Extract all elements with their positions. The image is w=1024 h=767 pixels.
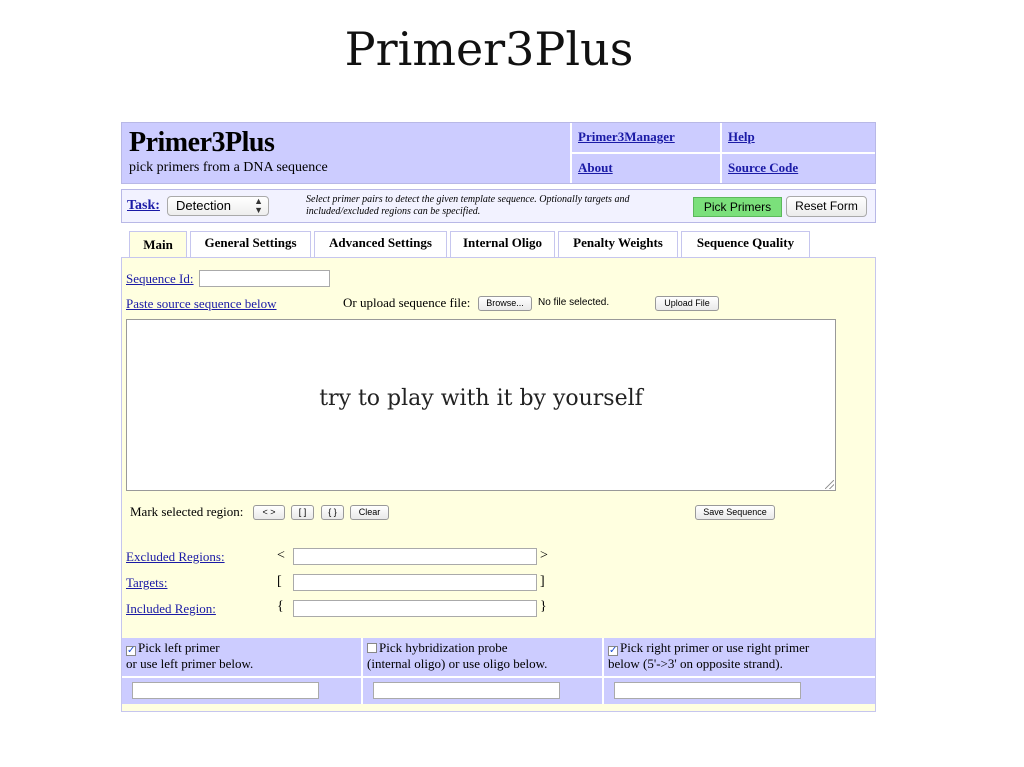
browse-button[interactable]: Browse... (478, 296, 532, 311)
mark-included-button[interactable]: { } (321, 505, 344, 520)
slide-title: Primer3Plus (344, 22, 634, 76)
brand-title: Primer3Plus (129, 127, 275, 158)
excluded-regions-link[interactable]: Excluded Regions: (126, 549, 225, 565)
mark-target-button[interactable]: [ ] (291, 505, 314, 520)
right-primer-checkbox[interactable]: ✓ (608, 646, 618, 656)
left-primer-checkbox[interactable]: ✓ (126, 646, 136, 656)
left-primer-option: ✓ Pick left primer or use left primer bel… (122, 638, 361, 676)
upload-label: Or upload sequence file: (343, 295, 471, 310)
excluded-close: > (540, 548, 548, 563)
reset-form-button[interactable]: Reset Form (786, 196, 867, 217)
included-region-link[interactable]: Included Region: (126, 601, 216, 617)
about-link[interactable]: About (572, 154, 720, 183)
primer3manager-link[interactable]: Primer3Manager (572, 123, 720, 152)
included-open: { (277, 599, 284, 614)
right-primer-input[interactable] (614, 682, 801, 699)
tab-general-settings[interactable]: General Settings (190, 231, 311, 257)
probe-line1: Pick hybridization probe (379, 640, 508, 655)
left-primer-line2: or use left primer below. (126, 656, 254, 671)
probe-input[interactable] (373, 682, 560, 699)
task-description: Select primer pairs to detect the given … (306, 194, 630, 217)
task-select[interactable]: Detection ▲ ▼ (167, 196, 269, 216)
probe-checkbox[interactable] (367, 643, 377, 653)
sequence-id-input[interactable] (199, 270, 330, 287)
mark-region-label: Mark selected region: (130, 504, 244, 519)
tab-penalty-weights[interactable]: Penalty Weights (558, 231, 678, 257)
right-primer-line2: below (5'->3' on opposite strand). (608, 656, 783, 671)
targets-open: [ (277, 574, 282, 589)
pick-primers-button[interactable]: Pick Primers (693, 197, 782, 217)
primer-options: ✓ Pick left primer or use left primer bel… (122, 638, 875, 704)
brand-tagline: pick primers from a DNA sequence (129, 160, 328, 175)
tab-advanced-settings[interactable]: Advanced Settings (314, 231, 447, 257)
left-primer-line1: Pick left primer (138, 640, 220, 655)
tab-internal-oligo[interactable]: Internal Oligo (450, 231, 555, 257)
header-links: Primer3Manager Help About Source Code (572, 123, 875, 183)
excluded-open: < (277, 548, 285, 563)
upload-file-button[interactable]: Upload File (655, 296, 719, 311)
clear-button[interactable]: Clear (350, 505, 389, 520)
included-close: } (540, 599, 547, 614)
overlay-note: try to play with it by yourself (319, 386, 643, 411)
paste-sequence-link[interactable]: Paste source sequence below (126, 296, 277, 312)
included-region-input[interactable] (293, 600, 537, 617)
left-primer-input[interactable] (132, 682, 319, 699)
source-code-link[interactable]: Source Code (722, 154, 875, 183)
excluded-regions-input[interactable] (293, 548, 537, 565)
targets-input[interactable] (293, 574, 537, 591)
task-bar: Task: Detection ▲ ▼ Select primer pairs t… (121, 189, 876, 223)
tab-bar: Main General Settings Advanced Settings … (121, 231, 876, 259)
app-header: Primer3Plus pick primers from a DNA sequ… (121, 122, 876, 184)
right-primer-option: ✓ Pick right primer or use right primer b… (604, 638, 875, 676)
targets-close: ] (540, 574, 545, 589)
tab-sequence-quality[interactable]: Sequence Quality (681, 231, 810, 257)
task-label[interactable]: Task: (127, 198, 160, 214)
save-sequence-button[interactable]: Save Sequence (695, 505, 775, 520)
mark-excluded-button[interactable]: < > (253, 505, 285, 520)
updown-arrow-icon: ▲ ▼ (254, 196, 263, 215)
sequence-id-label[interactable]: Sequence Id: (126, 271, 194, 287)
probe-line2: (internal oligo) or use oligo below. (367, 656, 548, 671)
tab-main[interactable]: Main (129, 231, 187, 259)
help-link[interactable]: Help (722, 123, 875, 152)
task-select-value: Detection (176, 198, 231, 213)
right-primer-line1: Pick right primer or use right primer (620, 640, 810, 655)
targets-link[interactable]: Targets: (126, 575, 167, 591)
probe-option: Pick hybridization probe (internal oligo… (363, 638, 602, 676)
resize-grip-icon[interactable] (825, 480, 834, 489)
primer3plus-app: Primer3Plus pick primers from a DNA sequ… (121, 122, 876, 712)
main-panel: Sequence Id: Paste source sequence below… (121, 257, 876, 712)
no-file-status: No file selected. (538, 297, 610, 308)
sequence-textarea[interactable]: try to play with it by yourself (126, 319, 836, 491)
